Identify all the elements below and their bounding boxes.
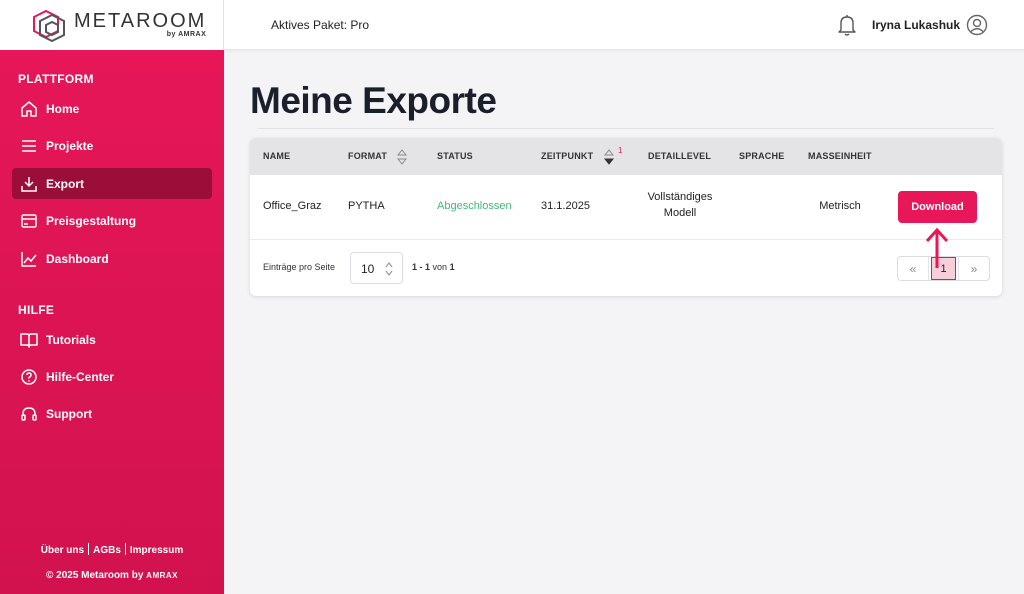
topbar: Aktives Paket: Pro Iryna Lukashuk: [224, 0, 1024, 50]
next-page-button[interactable]: »: [958, 257, 989, 280]
sort-icon[interactable]: [397, 148, 407, 166]
col-header-timestamp[interactable]: ZEITPUNKT: [541, 151, 593, 161]
copyright-brand: AMRAX: [146, 571, 179, 580]
logo[interactable]: METAROOM by AMRAX: [0, 0, 224, 50]
stepper-icon[interactable]: [384, 260, 394, 278]
sidebar: METAROOM by AMRAX PLATTFORM Home Projekt…: [0, 0, 224, 594]
active-package: Aktives Paket: Pro: [271, 18, 370, 32]
cell-detail-line2: Modell: [663, 207, 697, 219]
row-divider: [250, 239, 1002, 240]
help-icon: [21, 368, 37, 385]
cell-unit: Metrisch: [819, 200, 861, 212]
copyright: © 2025 Metaroom by AMRAX: [0, 570, 224, 581]
col-header-status: STATUS: [437, 151, 473, 161]
sort-order-badge: 1: [618, 146, 623, 155]
download-button[interactable]: Download: [898, 191, 977, 223]
footer-link-about[interactable]: Über uns: [41, 545, 84, 556]
sidebar-item-label: Dashboard: [46, 251, 109, 266]
sidebar-item-label: Home: [46, 101, 80, 116]
footer-link-terms[interactable]: AGBs: [93, 545, 121, 556]
col-header-detail: DETAILLEVEL: [648, 151, 712, 161]
sidebar-item-label: Export: [46, 176, 85, 191]
sidebar-item-label: Preisgestaltung: [46, 213, 137, 228]
sidebar-item-label: Projekte: [46, 138, 94, 153]
col-header-format[interactable]: FORMAT: [348, 151, 387, 161]
list-icon: [22, 139, 36, 152]
footer-link-imprint[interactable]: Impressum: [130, 545, 183, 556]
user-avatar-icon[interactable]: [966, 14, 988, 36]
sidebar-item-export[interactable]: Export: [12, 168, 212, 199]
range-from-to: 1 - 1: [412, 262, 431, 272]
page-title: Meine Exporte: [250, 80, 497, 121]
range-total: 1: [449, 262, 455, 272]
sidebar-item-label: Tutorials: [46, 332, 96, 347]
footer-links: Über uns AGBs Impressum: [0, 543, 224, 556]
logo-by: by AMRAX: [166, 31, 207, 38]
per-page-value: 10: [361, 262, 375, 276]
sidebar-item-label: Support: [46, 406, 92, 421]
sort-desc-icon[interactable]: [604, 148, 614, 166]
sidebar-item-preisgestaltung[interactable]: Preisgestaltung: [12, 205, 212, 236]
cell-detail-line1: Vollständiges: [647, 191, 713, 203]
per-page-label: Einträge pro Seite: [263, 262, 336, 272]
col-header-unit: MASSEINHEIT: [808, 151, 872, 161]
exports-table-card: NAME FORMAT STATUS ZEITPUNKT 1 DETAILLEV…: [250, 138, 1002, 296]
cell-format: PYTHA: [348, 200, 385, 212]
arrow-up-icon: [925, 227, 949, 268]
export-icon: [21, 176, 37, 192]
cell-status: Abgeschlossen: [437, 200, 512, 212]
copyright-text: © 2025 Metaroom by: [45, 570, 144, 581]
book-icon: [20, 332, 38, 348]
sidebar-item-label: Hilfe-Center: [46, 369, 115, 384]
sidebar-item-home[interactable]: Home: [12, 93, 212, 124]
user-name[interactable]: Iryna Lukashuk: [872, 18, 960, 32]
section-title-help: HILFE: [18, 303, 55, 317]
sidebar-item-tutorials[interactable]: Tutorials: [12, 324, 212, 355]
card-icon: [21, 213, 37, 228]
bell-icon[interactable]: [836, 13, 858, 37]
per-page-select[interactable]: 10: [350, 252, 403, 284]
col-header-language: SPRACHE: [739, 151, 785, 161]
section-title-platform: PLATTFORM: [18, 72, 94, 86]
cell-timestamp: 31.1.2025: [541, 200, 590, 212]
table-header: NAME FORMAT STATUS ZEITPUNKT 1 DETAILLEV…: [250, 138, 1002, 175]
title-divider: [258, 128, 994, 129]
home-icon: [21, 100, 37, 117]
logo-name: METAROOM: [74, 10, 207, 32]
chart-icon: [21, 251, 37, 267]
headset-icon: [21, 406, 37, 421]
sidebar-item-hilfe-center[interactable]: Hilfe-Center: [12, 361, 212, 392]
metaroom-logo-icon: [33, 9, 65, 43]
col-header-name: NAME: [263, 151, 291, 161]
sidebar-item-dashboard[interactable]: Dashboard: [12, 243, 212, 274]
range-info: 1 - 1 von 1: [412, 262, 455, 272]
sidebar-item-projekte[interactable]: Projekte: [12, 130, 212, 161]
cell-name: Office_Graz: [263, 200, 322, 212]
range-of: von: [432, 262, 448, 272]
sidebar-item-support[interactable]: Support: [12, 398, 212, 429]
